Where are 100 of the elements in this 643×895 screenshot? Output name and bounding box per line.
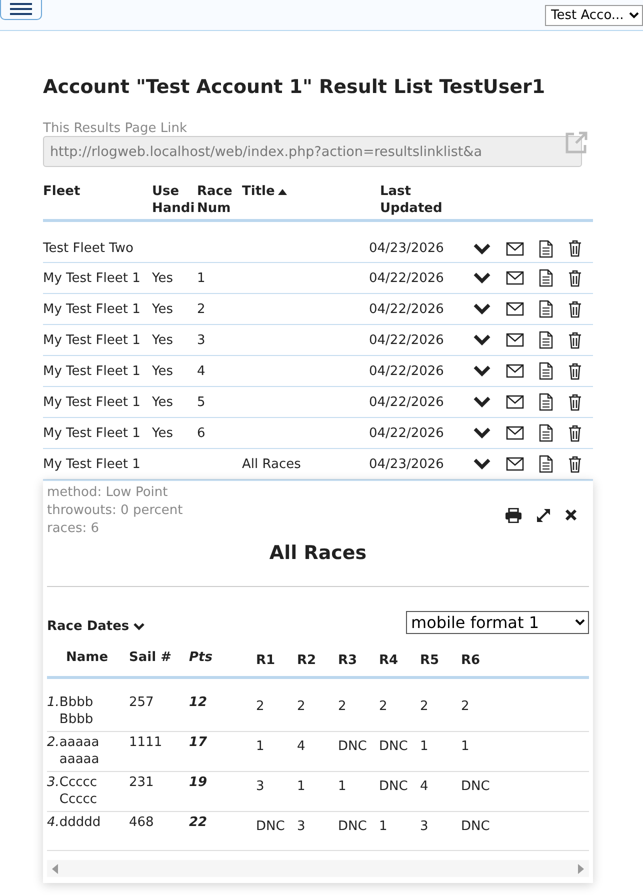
column-header: R6	[461, 652, 482, 668]
link-label: This Results Page Link	[43, 121, 188, 136]
chevron-down-icon[interactable]	[473, 427, 491, 439]
race-dates-toggle[interactable]: Race Dates	[47, 619, 146, 634]
chevron-down-icon[interactable]	[473, 365, 491, 377]
trash-icon[interactable]	[568, 270, 582, 286]
print-icon[interactable]	[505, 508, 522, 522]
table-cell-text: 6	[197, 426, 206, 440]
table-cell-text: 2	[420, 698, 430, 716]
column-header: R2	[297, 652, 318, 668]
table-cell-text: 1	[197, 270, 206, 286]
table-cell-text: Yes	[152, 270, 174, 286]
chevron-down-icon[interactable]	[473, 334, 491, 346]
table-cell-text: 2	[379, 698, 388, 716]
trash-icon[interactable]	[568, 394, 582, 410]
chevron-down-icon[interactable]	[473, 272, 491, 284]
rank-number: 1.	[47, 694, 60, 712]
document-icon[interactable]	[539, 455, 553, 473]
table-cell-text: 1	[420, 738, 430, 756]
table-cell-text: DNC	[379, 778, 409, 796]
table-cell-text: 468	[129, 814, 155, 832]
scroll-right-icon[interactable]	[577, 864, 585, 874]
column-header[interactable]: Title	[242, 183, 369, 217]
mail-icon[interactable]	[506, 364, 524, 378]
rank-number: 4.	[47, 814, 60, 832]
horizontal-scrollbar[interactable]	[47, 860, 589, 877]
results-title: All Races	[268, 542, 368, 564]
table-cell-text: 3	[297, 818, 306, 836]
table-cell-text: 04/23/2026	[369, 456, 445, 472]
table-cell-text: Yes	[152, 426, 174, 440]
table-cell-text: 04/22/2026	[369, 364, 445, 378]
close-icon[interactable]	[565, 509, 577, 521]
document-icon[interactable]	[539, 424, 553, 442]
sailor-name: Bbbb Bbbb	[59, 694, 94, 728]
document-icon[interactable]	[539, 240, 553, 258]
table-cell-text: 2	[297, 698, 306, 716]
chevron-down-icon	[133, 622, 146, 631]
chevron-down-icon[interactable]	[473, 396, 491, 408]
table-cell-text: My Test Fleet 1	[43, 270, 142, 286]
format-select[interactable]: mobile format 1	[406, 611, 589, 634]
chevron-down-icon[interactable]	[473, 303, 491, 315]
trash-icon[interactable]	[568, 300, 582, 318]
scoring-info: races: 6	[47, 520, 100, 538]
scroll-left-icon[interactable]	[51, 864, 59, 874]
menu-button[interactable]	[0, 0, 42, 20]
table-cell-text: Yes	[152, 394, 174, 410]
table-cell-text: Yes	[152, 302, 174, 316]
menu-icon	[9, 2, 33, 16]
mail-icon[interactable]	[506, 242, 524, 256]
rank-number: 2.	[47, 734, 60, 752]
sailor-name: aaaaa aaaaa	[59, 734, 100, 768]
chevron-down-icon[interactable]	[473, 242, 491, 254]
trash-icon[interactable]	[568, 456, 582, 472]
mail-icon[interactable]	[506, 302, 524, 316]
table-cell-text: 3	[256, 778, 266, 796]
table-cell-text: 1	[297, 778, 306, 796]
table-cell-text: 04/22/2026	[369, 302, 445, 316]
trash-icon[interactable]	[568, 424, 582, 442]
table-cell-text: All Races	[242, 456, 302, 472]
table-cell-text: 04/22/2026	[369, 332, 445, 348]
column-header: R5	[420, 652, 440, 668]
sailor-name: Ccccc Ccccc	[59, 774, 98, 808]
column-header[interactable]: Fleet	[43, 183, 152, 217]
points-cell-text: 12	[189, 694, 208, 712]
document-icon[interactable]	[539, 300, 553, 318]
mail-icon[interactable]	[506, 426, 524, 440]
expand-icon[interactable]	[536, 508, 551, 522]
table-cell-text: 231	[129, 774, 155, 792]
column-header[interactable]: Use Handi	[152, 183, 197, 217]
mail-icon[interactable]	[506, 457, 524, 471]
table-cell-text: 4	[420, 778, 430, 796]
mail-icon[interactable]	[506, 333, 524, 347]
column-header: Pts	[189, 650, 214, 667]
table-cell-text: My Test Fleet 1	[43, 456, 142, 472]
column-header[interactable]: Last Updated	[369, 183, 470, 217]
table-cell-text: DNC	[338, 738, 368, 756]
document-icon[interactable]	[539, 269, 553, 287]
trash-icon[interactable]	[568, 240, 582, 257]
document-icon[interactable]	[539, 331, 553, 349]
table-cell-text: My Test Fleet 1	[43, 394, 142, 410]
trash-icon[interactable]	[568, 362, 582, 380]
table-cell-text: My Test Fleet 1	[43, 332, 142, 348]
table-cell-text: My Test Fleet 1	[43, 302, 142, 316]
table-cell-text: 3	[197, 332, 206, 348]
mail-icon[interactable]	[506, 271, 524, 285]
link-field[interactable]: http://rlogweb.localhost/web/index.php?action=resultslinklist&a	[43, 136, 582, 167]
document-icon[interactable]	[539, 362, 553, 380]
mail-icon[interactable]	[506, 395, 524, 409]
document-icon[interactable]	[539, 393, 553, 411]
table-cell-text: DNC	[338, 818, 368, 836]
chevron-down-icon[interactable]	[473, 458, 491, 470]
column-header[interactable]: Race Num	[197, 183, 242, 217]
trash-icon[interactable]	[568, 332, 582, 348]
table-cell-text: 1	[379, 818, 388, 836]
account-select[interactable]: Test Acco...	[545, 5, 643, 26]
table-cell-text: 1111	[129, 734, 164, 752]
table-cell-text: My Test Fleet 1	[43, 364, 142, 378]
scoring-info: method: Low Point	[47, 484, 169, 502]
column-header: R3	[338, 652, 358, 668]
table-cell-text: 257	[129, 694, 155, 712]
